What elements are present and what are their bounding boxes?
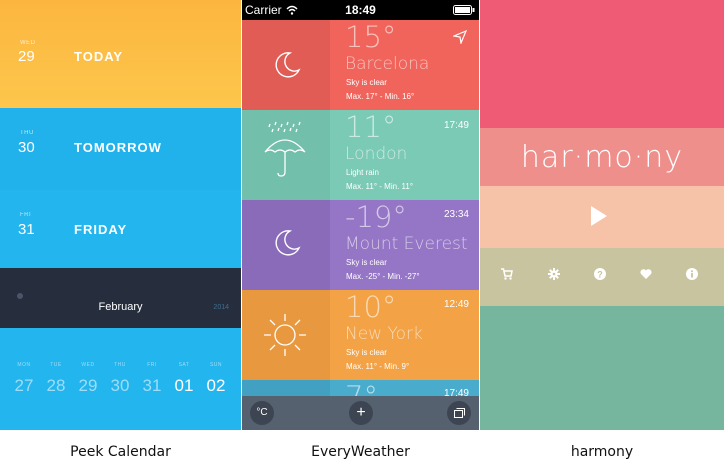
play-icon[interactable]: [590, 205, 608, 227]
today-weekday: WED: [20, 40, 36, 46]
weekday-fri: FRI: [147, 362, 157, 368]
year-label: 2014: [213, 304, 229, 311]
gear-icon[interactable]: [548, 268, 560, 280]
city-row-barcelona[interactable]: 15° Barcelona Sky is clear Max. 17° - Mi…: [242, 20, 479, 110]
tomorrow-weekday: THU: [20, 130, 34, 136]
weekday-thu: THU: [114, 362, 126, 368]
minmax-everest: Max. -25° - Min. -27°: [346, 272, 420, 281]
add-city-button[interactable]: +: [349, 401, 373, 425]
week-date-fri[interactable]: 31: [137, 376, 167, 396]
cards-icon: [453, 408, 465, 418]
weekday-mon: MON: [17, 362, 31, 368]
minmax-new-york: Max. 11° - Min. 9°: [346, 362, 410, 371]
icon-cell: [242, 20, 330, 110]
time-new-york: 12:49: [443, 299, 469, 310]
help-icon[interactable]: ?: [594, 268, 606, 280]
today-label: TODAY: [74, 49, 124, 64]
tomorrow-date: 30: [18, 139, 35, 156]
harmony-screen: har·mo·ny ?: [480, 0, 724, 430]
week-date-mon[interactable]: 27: [9, 376, 39, 396]
minmax-london: Max. 11° - Min. 11°: [346, 182, 414, 191]
caption-everyweather: EveryWeather: [311, 444, 410, 460]
everyweather-screen: Carrier 18:49 15° Barcelona Sky is clear…: [242, 0, 479, 430]
minmax-barcelona: Max. 17° - Min. 16°: [346, 92, 415, 101]
week-strip: MON TUE WED THU FRI SAT SUN 27 28 29 30 …: [0, 328, 241, 430]
friday-label: FRIDAY: [74, 222, 128, 237]
condition-new-york: Sky is clear: [346, 348, 387, 357]
city-row-london[interactable]: 11° London Light rain Max. 11° - Min. 11…: [242, 110, 479, 200]
week-date-tue[interactable]: 28: [41, 376, 71, 396]
week-date-wed[interactable]: 29: [73, 376, 103, 396]
overview-button[interactable]: [447, 401, 471, 425]
week-date-thu[interactable]: 30: [105, 376, 135, 396]
city-new-york: New York: [345, 324, 423, 344]
temp-everest: -19°: [345, 200, 407, 234]
week-date-sun[interactable]: 02: [201, 376, 231, 396]
cart-icon[interactable]: [501, 268, 513, 280]
city-row-everest[interactable]: -19° Mount Everest Sky is clear Max. -25…: [242, 200, 479, 290]
location-arrow-icon[interactable]: [453, 30, 467, 44]
dot-icon: [17, 293, 23, 299]
today-date: 29: [18, 48, 35, 65]
status-bar: Carrier 18:49: [242, 0, 479, 20]
time-everest: 23:34: [443, 209, 469, 220]
icon-cell: [242, 110, 330, 200]
week-date-sat[interactable]: 01: [169, 376, 199, 396]
caption-harmony: harmony: [570, 444, 634, 460]
svg-text:?: ?: [597, 270, 603, 280]
clock-label: 18:49: [345, 3, 376, 17]
unit-toggle-button[interactable]: °C: [250, 401, 274, 425]
umbrella-rain-icon: [264, 121, 306, 177]
condition-everest: Sky is clear: [346, 258, 387, 267]
condition-barcelona: Sky is clear: [346, 78, 387, 87]
battery-icon: [453, 5, 475, 15]
tomorrow-label: TOMORROW: [74, 140, 162, 155]
today-row[interactable]: WED 29 TODAY: [0, 0, 241, 108]
weekday-sat: SAT: [178, 362, 190, 368]
caption-peek-calendar: Peek Calendar: [70, 444, 171, 460]
friday-date: 31: [18, 221, 35, 238]
month-label: February: [98, 301, 143, 313]
band-1: [480, 0, 724, 128]
condition-london: Light rain: [346, 168, 379, 177]
temp-new-york: 10°: [345, 290, 397, 324]
moon-icon: [275, 52, 301, 78]
temp-barcelona: 15°: [345, 20, 397, 54]
city-everest: Mount Everest: [345, 234, 468, 254]
tomorrow-row[interactable]: THU 30 TOMORROW: [0, 108, 241, 190]
peek-calendar-screen: WED 29 TODAY THU 30 TOMORROW FRI 31 FRID…: [0, 0, 241, 430]
month-bar[interactable]: February 2014: [0, 268, 241, 328]
bottom-toolbar: °C +: [242, 396, 479, 430]
city-london: London: [345, 144, 408, 164]
time-london: 17:49: [443, 120, 469, 131]
heart-icon[interactable]: [640, 268, 652, 280]
icon-cell: [242, 290, 330, 380]
temp-london: 11°: [345, 110, 397, 144]
icon-cell: [242, 200, 330, 290]
city-row-new-york[interactable]: 10° New York Sky is clear Max. 11° - Min…: [242, 290, 479, 380]
weekday-tue: TUE: [50, 362, 62, 368]
app-title: har·mo·ny: [520, 140, 684, 175]
city-barcelona: Barcelona: [345, 54, 430, 74]
info-icon[interactable]: [686, 268, 698, 280]
sun-icon: [264, 314, 306, 356]
moon-icon: [275, 230, 301, 256]
friday-weekday: FRI: [20, 212, 32, 218]
weekday-wed: WED: [81, 362, 95, 368]
band-5: [480, 306, 724, 430]
weekday-sun: SUN: [209, 362, 223, 368]
friday-row[interactable]: FRI 31 FRIDAY: [0, 190, 241, 268]
